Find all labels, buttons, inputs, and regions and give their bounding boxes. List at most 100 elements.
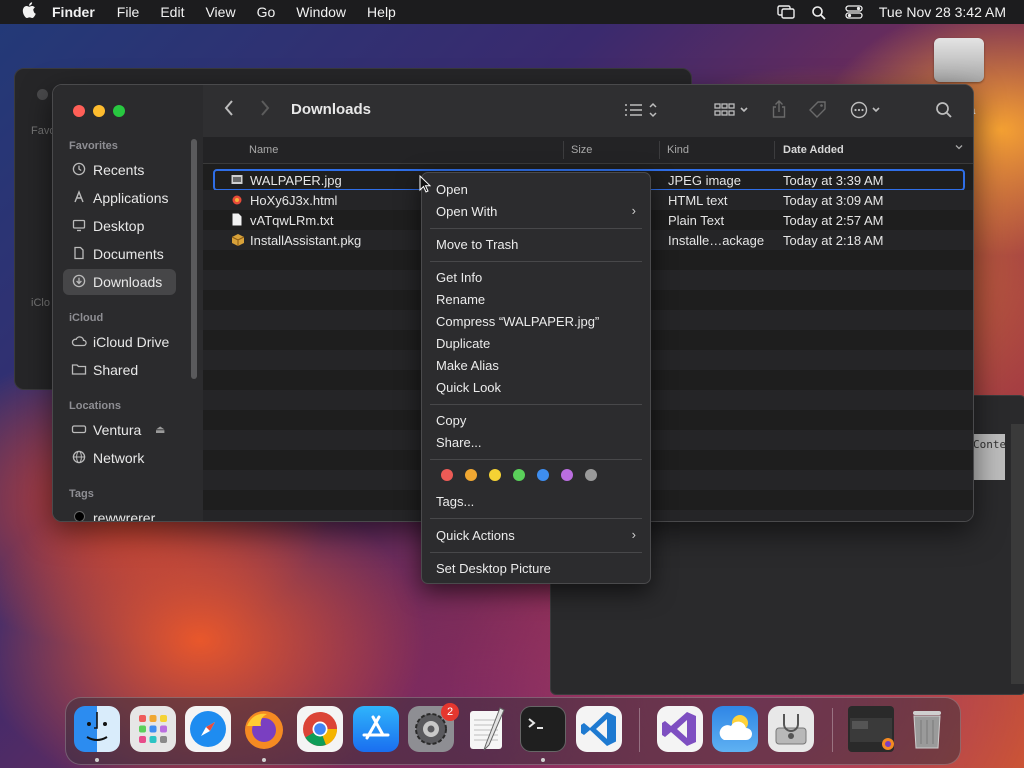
menu-item-set-desktop-picture[interactable]: Set Desktop Picture [436, 561, 551, 576]
sidebar-item-downloads[interactable]: Downloads [63, 269, 176, 295]
zoom-window-button[interactable] [113, 105, 125, 117]
sidebar-section-favorites: Favorites [69, 140, 118, 152]
sidebar-scrollbar[interactable] [191, 139, 197, 379]
menu-app-name[interactable]: Finder [52, 4, 95, 20]
menu-item-get-info[interactable]: Get Info [436, 270, 482, 285]
minimize-window-button[interactable] [93, 105, 105, 117]
menu-help[interactable]: Help [367, 4, 396, 20]
column-header-date-added[interactable]: Date Added [783, 144, 844, 156]
column-header-kind[interactable]: Kind [667, 144, 689, 156]
menu-file[interactable]: File [117, 4, 140, 20]
control-center-icon[interactable] [845, 5, 863, 19]
firefox-app-icon[interactable] [241, 706, 287, 752]
sidebar-item-recents[interactable]: Recents [63, 157, 176, 183]
image-file-icon [231, 173, 243, 186]
visual-studio-app-icon[interactable] [657, 706, 703, 752]
launchpad-app-icon[interactable] [130, 706, 176, 752]
menu-bar-clock[interactable]: Tue Nov 28 3:42 AM [879, 4, 1006, 20]
window-controls [73, 105, 125, 117]
menu-view[interactable]: View [205, 4, 235, 20]
tag-orange-dot[interactable] [465, 469, 477, 481]
finder-app-icon[interactable] [74, 706, 120, 752]
file-kind: Installe…ackage [668, 233, 765, 248]
menu-edit[interactable]: Edit [160, 4, 184, 20]
menu-item-open-with[interactable]: Open With [436, 204, 497, 219]
sidebar-item-label: Applications [93, 190, 169, 206]
menu-window[interactable]: Window [296, 4, 346, 20]
app-store-app-icon[interactable] [353, 706, 399, 752]
file-name: HoXy6J3x.html [250, 193, 338, 208]
tag-color-dot-icon [71, 511, 87, 521]
textedit-app-icon[interactable] [464, 706, 510, 752]
sidebar-item-documents[interactable]: Documents [63, 241, 176, 267]
group-by-icon[interactable] [713, 101, 751, 124]
visual-studio-code-app-icon[interactable] [576, 706, 622, 752]
download-icon [71, 274, 87, 291]
tag-blue-dot[interactable] [537, 469, 549, 481]
menu-item-move-to-trash[interactable]: Move to Trash [436, 237, 518, 252]
submenu-chevron-right-icon: › [631, 527, 636, 542]
trash-icon[interactable] [904, 706, 950, 752]
column-header-size[interactable]: Size [571, 144, 592, 156]
menu-item-make-alias[interactable]: Make Alias [436, 358, 499, 373]
close-window-button[interactable] [73, 105, 85, 117]
screen-mirroring-icon[interactable] [777, 5, 795, 19]
terminal-app-icon[interactable] [520, 706, 566, 752]
tag-purple-dot[interactable] [561, 469, 573, 481]
disk-utility-app-icon[interactable] [768, 706, 814, 752]
apple-menu-icon[interactable] [18, 1, 40, 23]
list-view-icon[interactable] [623, 101, 659, 124]
sidebar-item-icloud-drive[interactable]: iCloud Drive [63, 329, 176, 355]
forward-button[interactable] [259, 99, 271, 122]
sidebar-item-tag[interactable]: rewwrerer [63, 505, 176, 521]
column-header-name[interactable]: Name [249, 144, 278, 156]
firefox-window-thumbnail-icon[interactable] [848, 706, 894, 752]
dock-separator [832, 708, 833, 752]
html-file-icon [231, 193, 243, 206]
tag-red-dot[interactable] [441, 469, 453, 481]
file-date-added: Today at 3:09 AM [783, 193, 884, 208]
menu-item-open[interactable]: Open [436, 182, 468, 197]
tag-green-dot[interactable] [513, 469, 525, 481]
sidebar-item-network[interactable]: Network [63, 445, 176, 471]
file-kind: JPEG image [668, 173, 741, 188]
running-indicator [541, 758, 545, 762]
menu-divider [430, 552, 642, 553]
menu-item-duplicate[interactable]: Duplicate [436, 336, 490, 351]
search-icon[interactable] [935, 101, 953, 124]
menu-item-compress[interactable]: Compress “WALPAPER.jpg” [436, 314, 599, 329]
sort-chevron-down-icon[interactable] [954, 142, 964, 155]
menu-go[interactable]: Go [257, 4, 276, 20]
tag-gray-dot[interactable] [585, 469, 597, 481]
dock: 2 [65, 697, 961, 765]
menu-item-copy[interactable]: Copy [436, 413, 466, 428]
sidebar-item-shared[interactable]: Shared [63, 357, 176, 383]
scrollbar[interactable] [1011, 424, 1024, 684]
sidebar-item-applications[interactable]: Applications [63, 185, 176, 211]
sidebar-item-ventura[interactable]: Ventura ⏏ [63, 417, 176, 443]
file-date-added: Today at 3:39 AM [783, 173, 884, 188]
sidebar-item-desktop[interactable]: Desktop [63, 213, 176, 239]
clock-icon [71, 162, 87, 179]
spotlight-search-icon[interactable] [811, 5, 829, 20]
more-actions-icon[interactable] [849, 100, 885, 125]
menu-item-share[interactable]: Share... [436, 435, 482, 450]
sidebar-item-label: Downloads [93, 274, 163, 290]
share-icon[interactable] [771, 99, 787, 124]
chrome-app-icon[interactable] [297, 706, 343, 752]
menu-item-rename[interactable]: Rename [436, 292, 485, 307]
finder-sidebar: Favorites Recents Applications Desktop D… [53, 85, 203, 521]
running-indicator [95, 758, 99, 762]
safari-app-icon[interactable] [185, 706, 231, 752]
menu-item-quick-actions[interactable]: Quick Actions [436, 528, 515, 543]
weather-app-icon[interactable] [712, 706, 758, 752]
tag-icon[interactable] [807, 100, 829, 125]
window-title: Downloads [291, 101, 372, 118]
tag-yellow-dot[interactable] [489, 469, 501, 481]
file-kind: HTML text [668, 193, 728, 208]
menu-item-quick-look[interactable]: Quick Look [436, 380, 501, 395]
menu-item-tags[interactable]: Tags... [436, 494, 474, 509]
back-button[interactable] [223, 99, 235, 122]
sidebar-section-icloud: iCloud [69, 312, 104, 324]
eject-icon[interactable]: ⏏ [155, 423, 165, 436]
